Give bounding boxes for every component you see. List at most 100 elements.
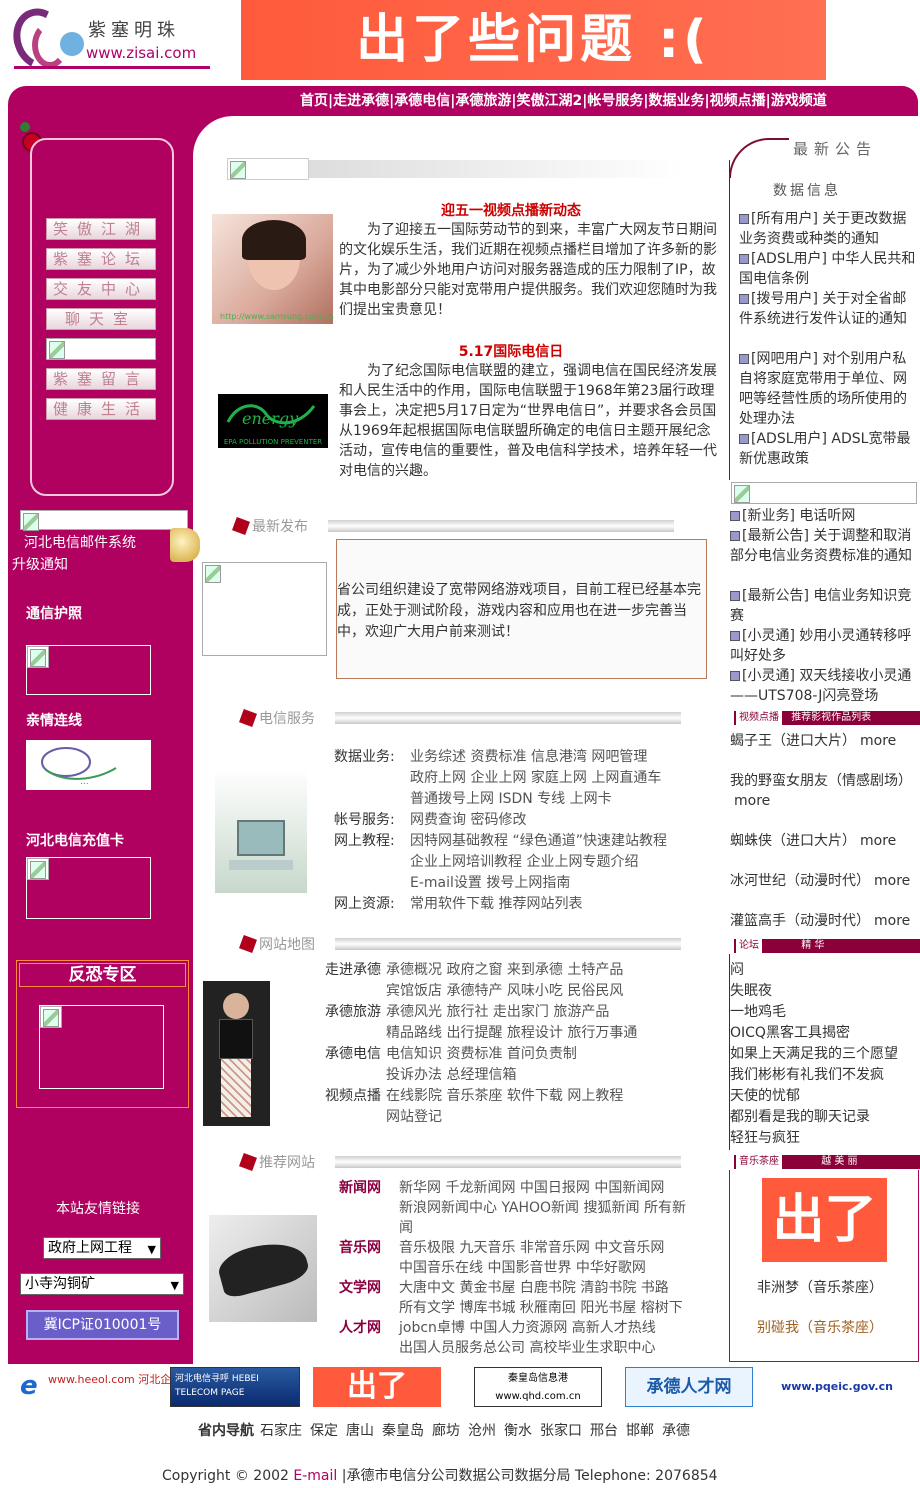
telecom-image[interactable] bbox=[215, 768, 307, 893]
sitemap_rows-links[interactable]: 精品路线 出行提醒 旅程设计 旅行万事通 bbox=[386, 1023, 637, 1044]
movie-more[interactable]: more bbox=[860, 833, 896, 849]
footer-city-link[interactable]: 沧州 bbox=[468, 1423, 496, 1439]
menu-image[interactable] bbox=[46, 338, 156, 360]
recharge-box[interactable] bbox=[26, 857, 151, 919]
logo-qhd[interactable]: 秦皇岛信息港 www.qhd.com.cn bbox=[474, 1367, 602, 1407]
movie-item[interactable]: 蝎子王（进口大片） more bbox=[730, 731, 920, 751]
notices-item[interactable]: [ADSL用户] 中华人民共和国电信条例 bbox=[739, 249, 919, 289]
icp-badge[interactable]: 冀ICP证010001号 bbox=[26, 1310, 179, 1340]
movie-item[interactable]: 我的野蛮女朋友（情感剧场） more bbox=[730, 771, 920, 811]
essence-item[interactable]: 如果上天满足我的三个愿望 bbox=[730, 1044, 898, 1065]
footer-city-link[interactable]: 保定 bbox=[310, 1423, 338, 1439]
essence-item[interactable]: 都别看是我的聊天记录 bbox=[730, 1107, 870, 1128]
movie-more[interactable]: more bbox=[734, 793, 770, 809]
recommend-image[interactable] bbox=[209, 1215, 317, 1322]
news-image-1[interactable]: http://www.samsung.com.cn bbox=[212, 214, 334, 324]
site-logo[interactable]: 紫塞明珠 www.zisai.com bbox=[4, 0, 210, 78]
sitemap_rows-links[interactable]: 承德风光 旅行社 走出家门 旅游产品 bbox=[386, 1002, 609, 1023]
recommend_rows-links[interactable]: 闻 bbox=[399, 1218, 413, 1238]
recommend_rows-links[interactable]: 所有文学 博库书城 秋雁南回 阳光书屋 榕树下 bbox=[399, 1298, 683, 1318]
notices2-item[interactable]: [小灵通] 妙用小灵通转移呼叫好处多 bbox=[730, 626, 918, 666]
sitemap_rows-links[interactable]: 电信知识 资费标准 首问负责制 bbox=[386, 1044, 577, 1065]
music-item-2[interactable]: 别碰我（音乐茶座） bbox=[757, 1318, 883, 1338]
music-item-1[interactable]: 非洲梦（音乐茶座） bbox=[757, 1278, 883, 1298]
footer-city-link[interactable]: 张家口 bbox=[540, 1423, 582, 1439]
movie-more[interactable]: more bbox=[874, 873, 910, 889]
news-image-2[interactable]: energy EPA POLLUTION PREVENTER bbox=[218, 394, 328, 448]
recommend_rows-links[interactable]: 中国音乐在线 中国影音世界 中华好歌网 bbox=[399, 1258, 646, 1278]
antiterror-image-box[interactable] bbox=[39, 1005, 164, 1089]
footer-city-link[interactable]: 石家庄 bbox=[260, 1423, 302, 1439]
essence-item[interactable]: 我们彬彬有礼我们不发疯 bbox=[730, 1065, 884, 1086]
movie-title[interactable]: 蜘蛛侠（进口大片） bbox=[730, 833, 856, 849]
nav-link[interactable]: 走进承德 bbox=[333, 93, 389, 109]
movie-item[interactable]: 灌篮高手（动漫时代） more bbox=[730, 911, 920, 931]
news-title-2[interactable]: 5.17国际电信日 bbox=[336, 341, 686, 361]
nav-link[interactable]: 承德电信 bbox=[394, 93, 450, 109]
logo-hebei-page[interactable]: 河北电信寻呼 HEBEI TELECOM PAGE bbox=[170, 1367, 300, 1407]
logo-pqeic[interactable]: www.pqeic.gov.cn bbox=[775, 1367, 899, 1407]
sitemap_rows-links[interactable]: 在线影院 音乐茶座 软件下载 网上教程 bbox=[386, 1086, 623, 1107]
nav-link[interactable]: 视频点播 bbox=[710, 93, 766, 109]
menu-friends[interactable]: 交友中心 bbox=[46, 278, 156, 300]
notices-item[interactable]: [所有用户] 关于更改数据业务资费或种类的通知 bbox=[739, 209, 919, 249]
antiterror-title[interactable]: 反恐专区 bbox=[19, 963, 186, 987]
essence-item[interactable]: 闷 bbox=[730, 960, 744, 981]
movie-item[interactable]: 蜘蛛侠（进口大片） more bbox=[730, 831, 920, 851]
sitemap_rows-links[interactable]: 宾馆饭店 承德特产 风味小吃 民俗民风 bbox=[386, 981, 623, 1002]
recommend_rows-links[interactable]: 出国人员服务总公司 高校毕业生求职中心 bbox=[399, 1338, 655, 1358]
nav-link[interactable]: 笑傲江湖2 bbox=[517, 93, 583, 109]
footer-city-link[interactable]: 邢台 bbox=[590, 1423, 618, 1439]
essence-item[interactable]: 天使的忧郁 bbox=[730, 1086, 800, 1107]
telecom_rows-links[interactable]: 业务综述 资费标准 信息港湾 网吧管理 bbox=[410, 747, 647, 768]
essence-item[interactable]: 轻狂与疯狂 bbox=[730, 1128, 800, 1149]
mail-notice[interactable]: 河北电信邮件系统 升级通知 bbox=[12, 510, 200, 573]
movie-title[interactable]: 灌篮高手（动漫时代） bbox=[730, 913, 870, 929]
logo-heeol[interactable]: e www.heeol.com 河北企业在线 bbox=[20, 1367, 204, 1407]
notices-item[interactable]: [拨号用户] 关于对全省邮件系统进行发件认证的通知 bbox=[739, 289, 919, 329]
nav-link[interactable]: 帐号服务 bbox=[587, 93, 643, 109]
passport-box[interactable] bbox=[26, 645, 151, 695]
movie-more[interactable]: more bbox=[874, 913, 910, 929]
movie-more[interactable]: more bbox=[860, 733, 896, 749]
telecom_rows-links[interactable]: E-mail设置 拨号上网指南 bbox=[410, 873, 570, 894]
sitemap_rows-links[interactable]: 网站登记 bbox=[386, 1107, 442, 1128]
movie-item[interactable]: 冰河世纪（动漫时代） more bbox=[730, 871, 920, 891]
notices2-item[interactable]: [小灵通] 双天线接收小灵通——UTS708-J闪亮登场 bbox=[730, 666, 918, 706]
email-link[interactable]: E-mail bbox=[293, 1468, 337, 1484]
sitemap-image[interactable] bbox=[203, 981, 270, 1126]
nav-link[interactable]: 首页 bbox=[300, 93, 328, 109]
recommend_rows-links[interactable]: 新华网 千龙新闻网 中国日报网 中国新闻网 bbox=[399, 1178, 664, 1198]
telecom_rows-links[interactable]: 普通拨号上网 ISDN 专线 上网卡 bbox=[410, 789, 612, 810]
footer-city-link[interactable]: 廊坊 bbox=[432, 1423, 460, 1439]
notices-item[interactable]: [网吧用户] 对个别用户私自将家庭宽带用于单位、网吧等经营性质的场所使用的处理办… bbox=[739, 349, 919, 429]
notices2-item[interactable]: [最新公告] 电信业务知识竞赛 bbox=[730, 586, 918, 626]
latest-image[interactable] bbox=[202, 562, 327, 656]
essence-item[interactable]: 一地鸡毛 bbox=[730, 1002, 786, 1023]
telecom_rows-links[interactable]: 常用软件下载 推荐网站列表 bbox=[410, 894, 582, 915]
telecom_rows-links[interactable]: 因特网基础教程 “绿色通道”快速建站教程 bbox=[410, 831, 667, 852]
recommend_rows-links[interactable]: 音乐极限 九天音乐 非常音乐网 中文音乐网 bbox=[399, 1238, 664, 1258]
movie-title[interactable]: 冰河世纪（动漫时代） bbox=[730, 873, 870, 889]
footer-city-link[interactable]: 秦皇岛 bbox=[382, 1423, 424, 1439]
menu-chat[interactable]: 聊天室 bbox=[46, 308, 156, 330]
telecom_rows-links[interactable]: 企业上网培训教程 企业上网专题介绍 bbox=[410, 852, 638, 873]
recommend_rows-links[interactable]: 新浪网新闻中心 YAHOO新闻 搜狐新闻 所有新 bbox=[399, 1198, 686, 1218]
logo-rencai[interactable]: 承德人才网 bbox=[625, 1367, 753, 1407]
menu-xiaoao[interactable]: 笑傲江湖 bbox=[46, 218, 156, 240]
sitemap_rows-links[interactable]: 承德概况 政府之窗 来到承德 土特产品 bbox=[386, 960, 623, 981]
notices-item[interactable]: [ADSL用户] ADSL宽带最新优惠政策 bbox=[739, 429, 919, 469]
essence-item[interactable]: 失眠夜 bbox=[730, 981, 772, 1002]
music-banner[interactable]: 出了 bbox=[762, 1178, 887, 1262]
news-title-1[interactable]: 迎五一视频点播新动态 bbox=[336, 200, 686, 220]
essence-item[interactable]: OICQ黑客工具揭密 bbox=[730, 1023, 850, 1044]
movie-title[interactable]: 我的野蛮女朋友（情感剧场） bbox=[730, 773, 912, 789]
top-banner[interactable]: 出了些问题 :( bbox=[241, 0, 826, 80]
footer-city-link[interactable]: 邯郸 bbox=[626, 1423, 654, 1439]
menu-guestbook[interactable]: 紫塞留言 bbox=[46, 368, 156, 390]
recommend_rows-links[interactable]: jobcn卓博 中国人力资源网 高新人才热线 bbox=[399, 1318, 656, 1338]
footer-city-link[interactable]: 承德 bbox=[662, 1423, 690, 1439]
nav-link[interactable]: 数据业务 bbox=[649, 93, 705, 109]
nav-link[interactable]: 游戏频道 bbox=[771, 93, 827, 109]
telecom_rows-links[interactable]: 政府上网 企业上网 家庭上网 上网直通车 bbox=[410, 768, 661, 789]
